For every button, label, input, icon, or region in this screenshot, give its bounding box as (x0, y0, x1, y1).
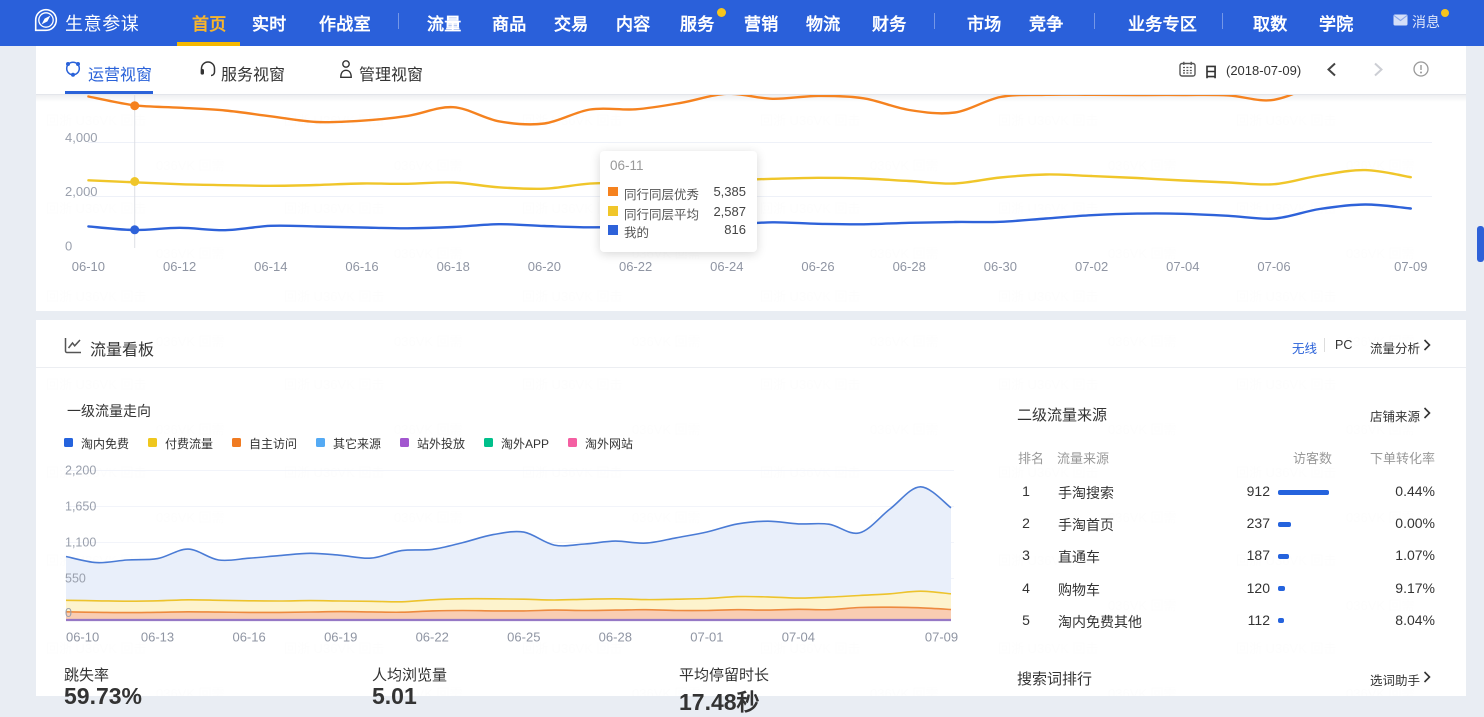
svg-text:550: 550 (65, 572, 86, 586)
svg-text:06-10: 06-10 (72, 259, 105, 274)
svg-text:0: 0 (65, 239, 72, 254)
svg-text:06-10: 06-10 (66, 630, 99, 645)
svg-text:4,000: 4,000 (65, 130, 98, 145)
svg-text:07-09: 07-09 (1394, 259, 1427, 274)
svg-text:06-20: 06-20 (528, 259, 561, 274)
svg-text:07-02: 07-02 (1075, 259, 1108, 274)
svg-text:06-24: 06-24 (710, 259, 743, 274)
svg-text:06-22: 06-22 (619, 259, 652, 274)
svg-text:1,100: 1,100 (65, 536, 96, 550)
svg-text:2,000: 2,000 (65, 184, 98, 199)
svg-text:06-26: 06-26 (801, 259, 834, 274)
svg-text:06-22: 06-22 (416, 630, 449, 645)
svg-text:06-25: 06-25 (507, 630, 540, 645)
svg-text:06-19: 06-19 (324, 630, 357, 645)
svg-text:06-12: 06-12 (163, 259, 196, 274)
svg-text:07-06: 07-06 (1257, 259, 1290, 274)
svg-text:1,650: 1,650 (65, 500, 96, 514)
svg-text:07-04: 07-04 (1166, 259, 1199, 274)
svg-text:2,200: 2,200 (65, 464, 96, 478)
svg-text:0: 0 (65, 606, 72, 620)
svg-text:06-13: 06-13 (141, 630, 174, 645)
svg-text:07-01: 07-01 (690, 630, 723, 645)
svg-text:07-09: 07-09 (925, 630, 958, 645)
svg-text:06-28: 06-28 (893, 259, 926, 274)
svg-text:06-16: 06-16 (345, 259, 378, 274)
svg-text:06-28: 06-28 (599, 630, 632, 645)
svg-text:07-04: 07-04 (782, 630, 815, 645)
svg-text:06-18: 06-18 (437, 259, 470, 274)
svg-text:06-30: 06-30 (984, 259, 1017, 274)
svg-text:06-14: 06-14 (254, 259, 287, 274)
svg-text:06-16: 06-16 (232, 630, 265, 645)
